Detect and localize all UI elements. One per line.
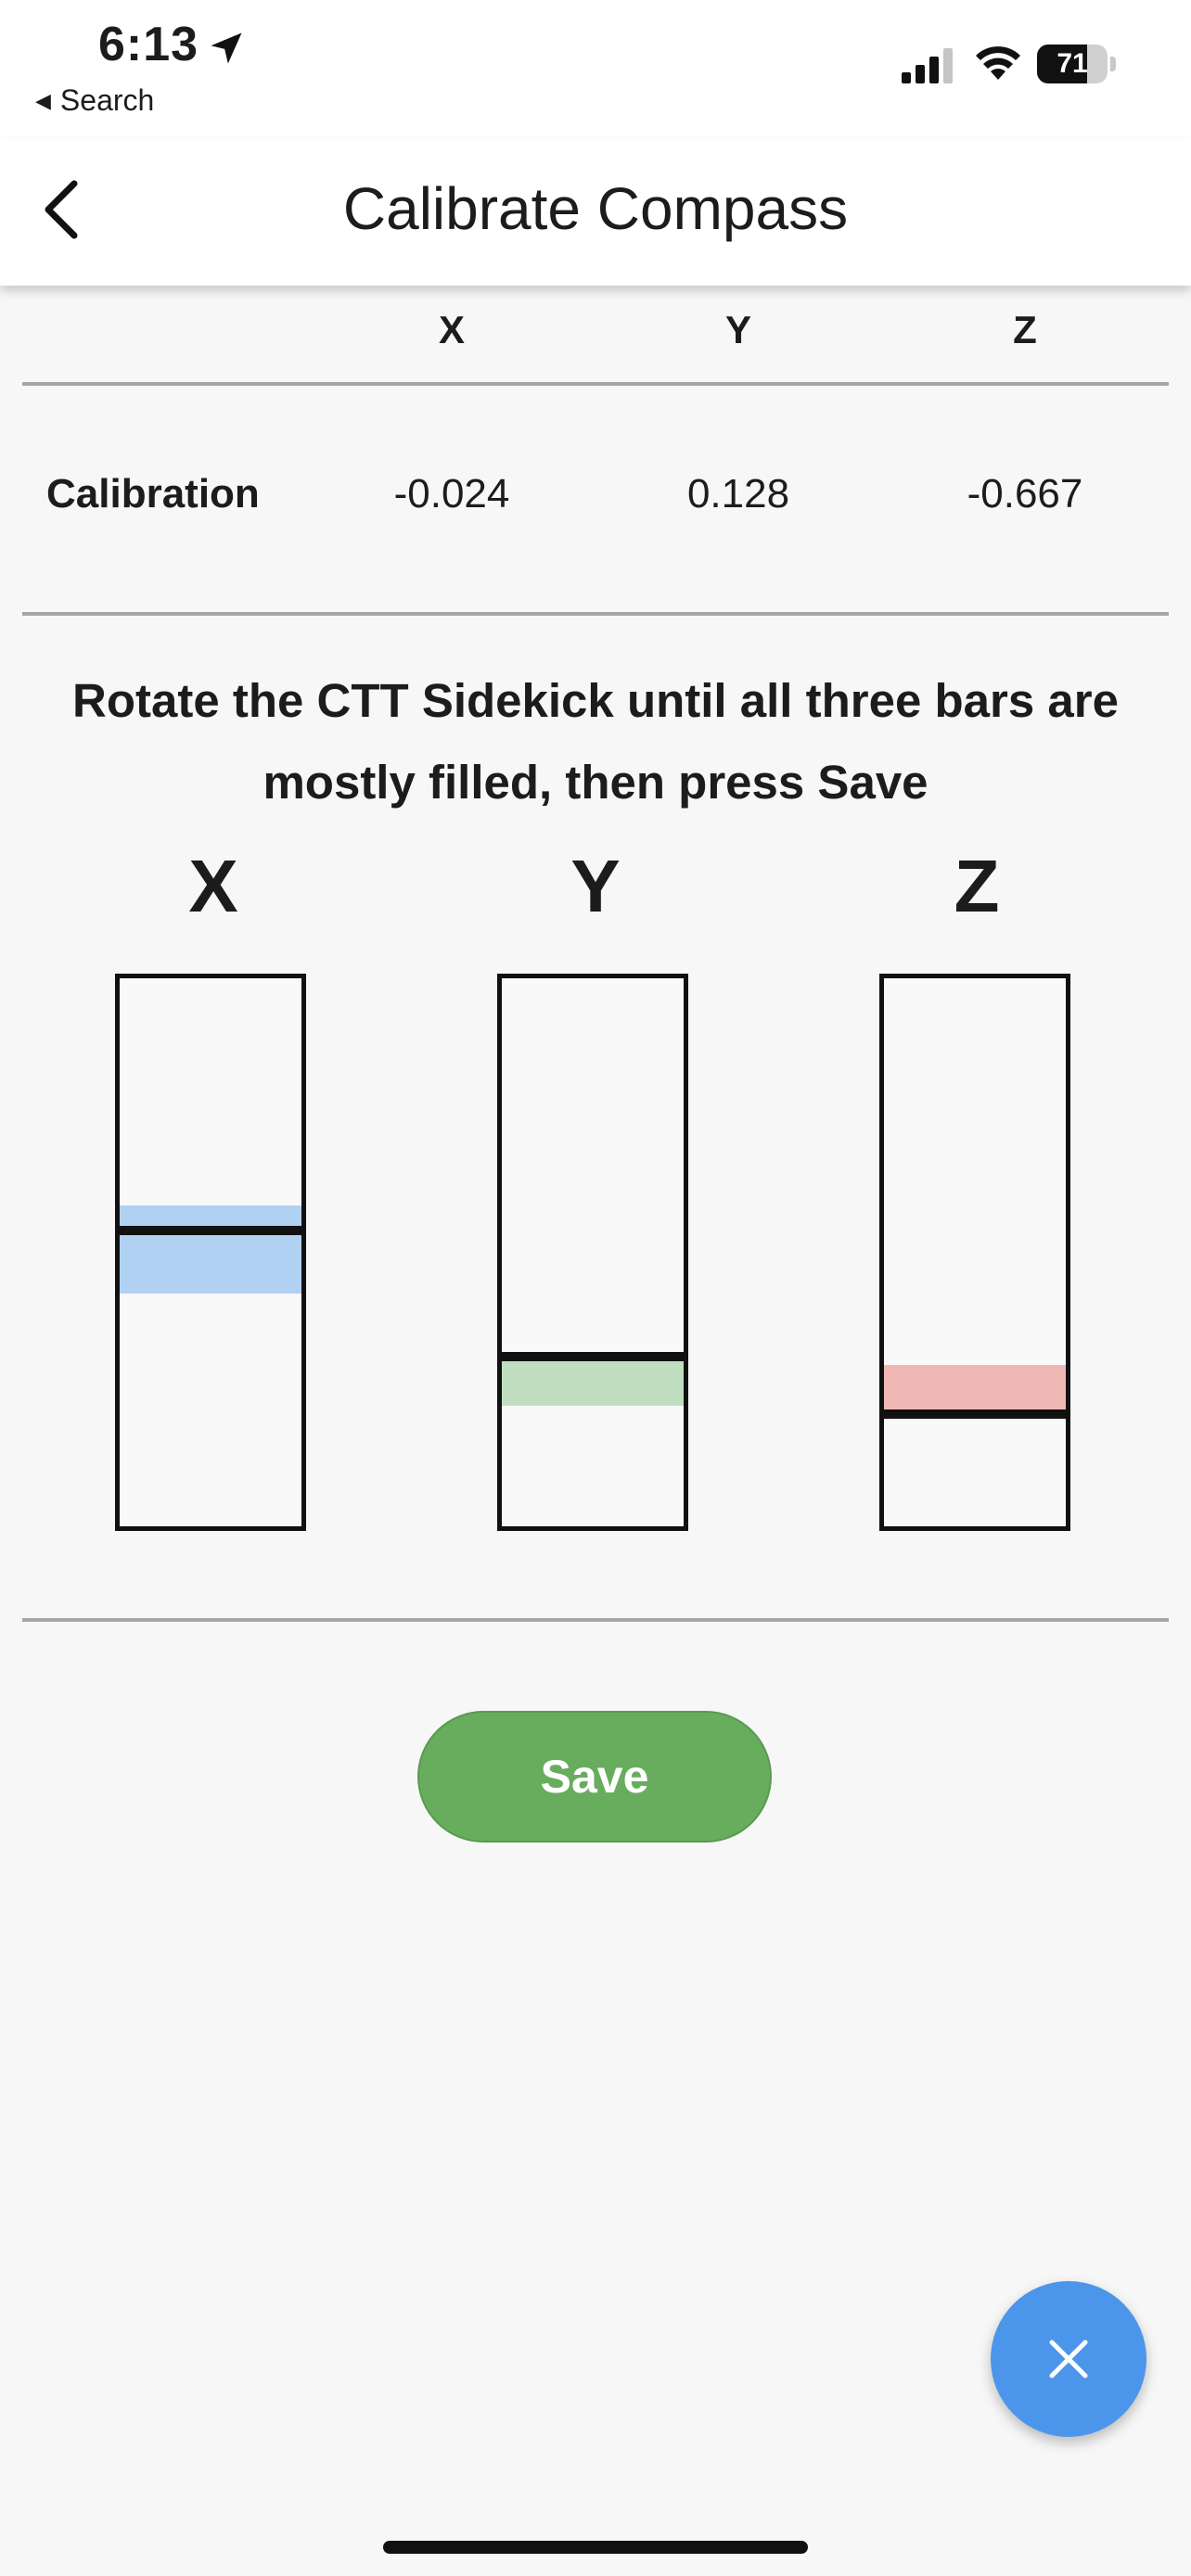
column-header-z: Z	[1013, 308, 1037, 351]
table-divider	[22, 382, 1169, 386]
cellular-signal-icon	[902, 48, 953, 83]
bar-label-x: X	[188, 845, 238, 927]
calibration-row-label: Calibration	[46, 471, 260, 516]
bar-label-y: Y	[570, 845, 621, 927]
battery-icon: 71	[1037, 45, 1117, 83]
page-title: Calibrate Compass	[342, 175, 849, 242]
save-button[interactable]: Save	[417, 1711, 772, 1843]
status-time: 6:13	[98, 18, 199, 71]
instruction-text: Rotate the CTT Sidekick until all three …	[72, 674, 1119, 809]
close-icon	[1049, 2340, 1088, 2378]
z-level-bar	[879, 974, 1070, 1531]
back-triangle-icon: ◀	[35, 88, 51, 112]
column-header-y: Y	[724, 308, 751, 351]
y-level-band	[502, 1356, 684, 1406]
x-level-bar	[115, 974, 306, 1531]
y-level-bar	[497, 974, 688, 1531]
calibration-value-y: 0.128	[686, 471, 790, 516]
calibration-value-x: -0.024	[393, 471, 510, 516]
x-level-band	[120, 1205, 301, 1294]
z-level-marker	[884, 1409, 1066, 1419]
close-fab-button[interactable]	[991, 2281, 1146, 2437]
x-level-marker	[120, 1225, 301, 1235]
back-app-label: Search	[59, 83, 155, 117]
status-bar: 6:13 ◀ Search 71	[0, 0, 1191, 139]
wifi-icon	[976, 46, 1020, 80]
calibration-value-z: -0.667	[967, 471, 1083, 516]
back-to-app-link[interactable]: ◀ Search	[35, 83, 154, 118]
bar-label-z: Z	[954, 845, 1000, 927]
z-level-band	[884, 1364, 1066, 1414]
home-indicator	[383, 2541, 808, 2554]
y-level-marker	[502, 1351, 684, 1361]
section-divider	[22, 612, 1169, 616]
location-arrow-icon	[211, 32, 242, 64]
bars-divider	[22, 1618, 1169, 1622]
app-bar: Calibrate Compass	[0, 139, 1191, 286]
column-header-x: X	[438, 308, 465, 351]
battery-percent: 71	[1057, 48, 1088, 79]
